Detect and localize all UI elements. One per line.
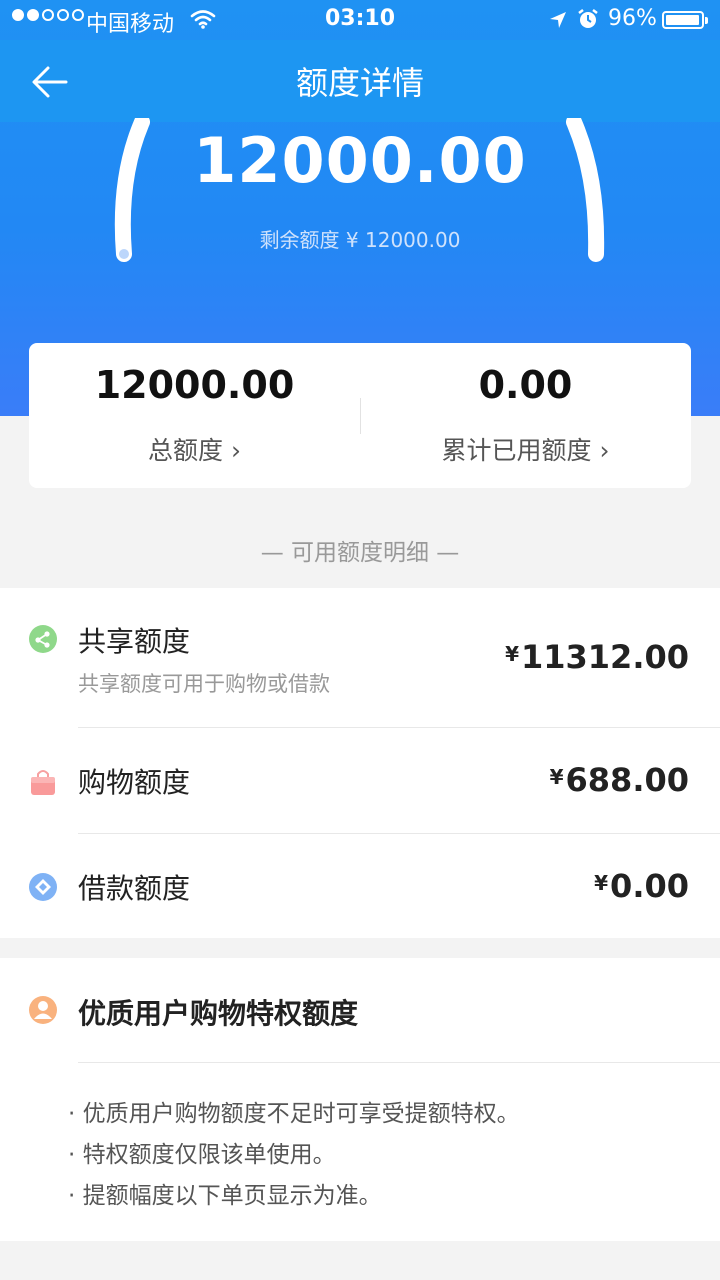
- list-item-shared-credit: 共享额度 共享额度可用于购物或借款 ¥11312.00: [0, 588, 720, 728]
- total-credit-label: 总额度 ›: [148, 436, 241, 465]
- credit-details-list: 共享额度 共享额度可用于购物或借款 ¥11312.00 购物额度 ¥688.00…: [0, 588, 720, 938]
- total-credit-value: 12000.00: [94, 363, 295, 407]
- privilege-note: 优质用户购物额度不足时可享受提额特权。: [68, 1094, 520, 1135]
- status-bar: 中国移动 03:10 96%: [0, 0, 720, 40]
- location-arrow-icon: [550, 12, 566, 28]
- section-label-credit-details: — 可用额度明细 —: [260, 540, 460, 566]
- divider: [78, 1062, 720, 1063]
- shopping-bag-icon: [31, 770, 55, 795]
- battery-icon: [662, 11, 708, 29]
- battery-percent: 96%: [608, 6, 657, 31]
- user-icon: [29, 996, 57, 1024]
- remaining-credit-text: 剩余额度 ¥ 12000.00: [259, 228, 461, 252]
- item-amount: ¥688.00: [549, 761, 689, 799]
- item-name: 共享额度: [78, 625, 191, 658]
- used-credit-link[interactable]: 0.00 累计已用额度 ›: [360, 343, 691, 488]
- navigation-bar: 额度详情: [0, 40, 720, 122]
- total-credit-link[interactable]: 12000.00 总额度 ›: [29, 343, 360, 488]
- privilege-notes: 优质用户购物额度不足时可享受提额特权。 特权额度仅限该单使用。 提额幅度以下单页…: [68, 1094, 520, 1217]
- premium-user-privilege-card: 优质用户购物特权额度 优质用户购物额度不足时可享受提额特权。 特权额度仅限该单使…: [0, 958, 720, 1241]
- alarm-clock-icon: [578, 9, 598, 28]
- loan-icon: [29, 873, 57, 901]
- credit-summary-card: 12000.00 总额度 › 0.00 累计已用额度 ›: [29, 343, 691, 488]
- item-name: 借款额度: [78, 872, 191, 905]
- item-amount: ¥0.00: [594, 867, 689, 905]
- used-credit-value: 0.00: [478, 363, 573, 407]
- used-credit-label: 累计已用额度 ›: [441, 436, 610, 465]
- share-icon: [29, 625, 57, 653]
- privilege-note: 特权额度仅限该单使用。: [68, 1135, 520, 1176]
- privilege-title: 优质用户购物特权额度: [78, 997, 359, 1030]
- list-item-shopping-credit: 购物额度 ¥688.00: [0, 728, 720, 834]
- privilege-note: 提额幅度以下单页显示为准。: [68, 1176, 520, 1217]
- item-description: 共享额度可用于购物或借款: [78, 672, 330, 696]
- item-amount: ¥11312.00: [505, 638, 689, 676]
- page-title: 额度详情: [295, 64, 424, 102]
- available-credit-amount: 12000.00: [193, 124, 527, 197]
- list-item-loan-credit: 借款额度 ¥0.00: [0, 834, 720, 938]
- item-name: 购物额度: [78, 766, 191, 799]
